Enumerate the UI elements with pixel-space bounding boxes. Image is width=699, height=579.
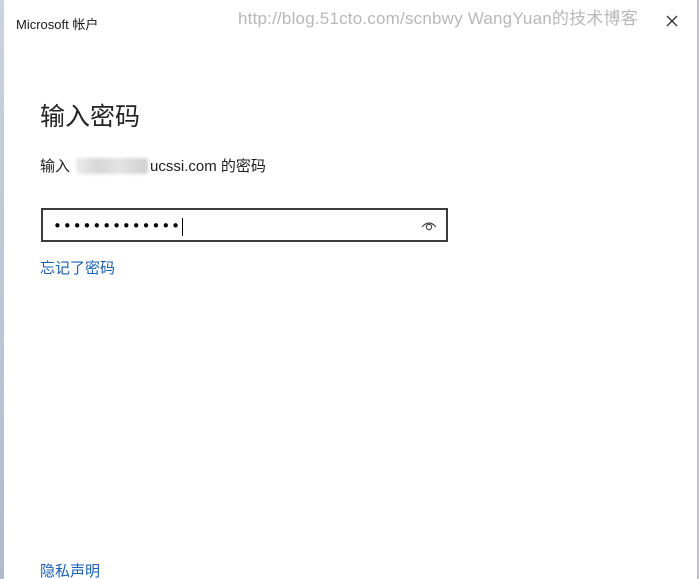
page-title: 输入密码 [40,103,141,131]
prompt-prefix: 输入 [40,158,71,175]
account-dialog: Microsoft 帐户 http://blog.51cto.com/scnbw… [0,0,699,579]
eye-icon[interactable] [420,217,438,233]
password-mask: ••••••••••••• [53,217,184,236]
text-caret [182,217,184,236]
password-prompt: 输入 ucssi.com 的密码 [40,155,266,176]
prompt-suffix: ucssi.com 的密码 [150,158,266,175]
password-input[interactable]: ••••••••••••• [41,208,448,242]
redacted-email [76,157,149,174]
window-left-border [0,0,4,579]
privacy-statement-link[interactable]: 隐私声明 [40,560,100,579]
forgot-password-link[interactable]: 忘记了密码 [40,257,115,278]
app-title: Microsoft 帐户 [16,17,99,32]
close-button[interactable] [661,10,683,32]
close-icon [666,15,678,27]
title-bar: Microsoft 帐户 [4,0,697,40]
